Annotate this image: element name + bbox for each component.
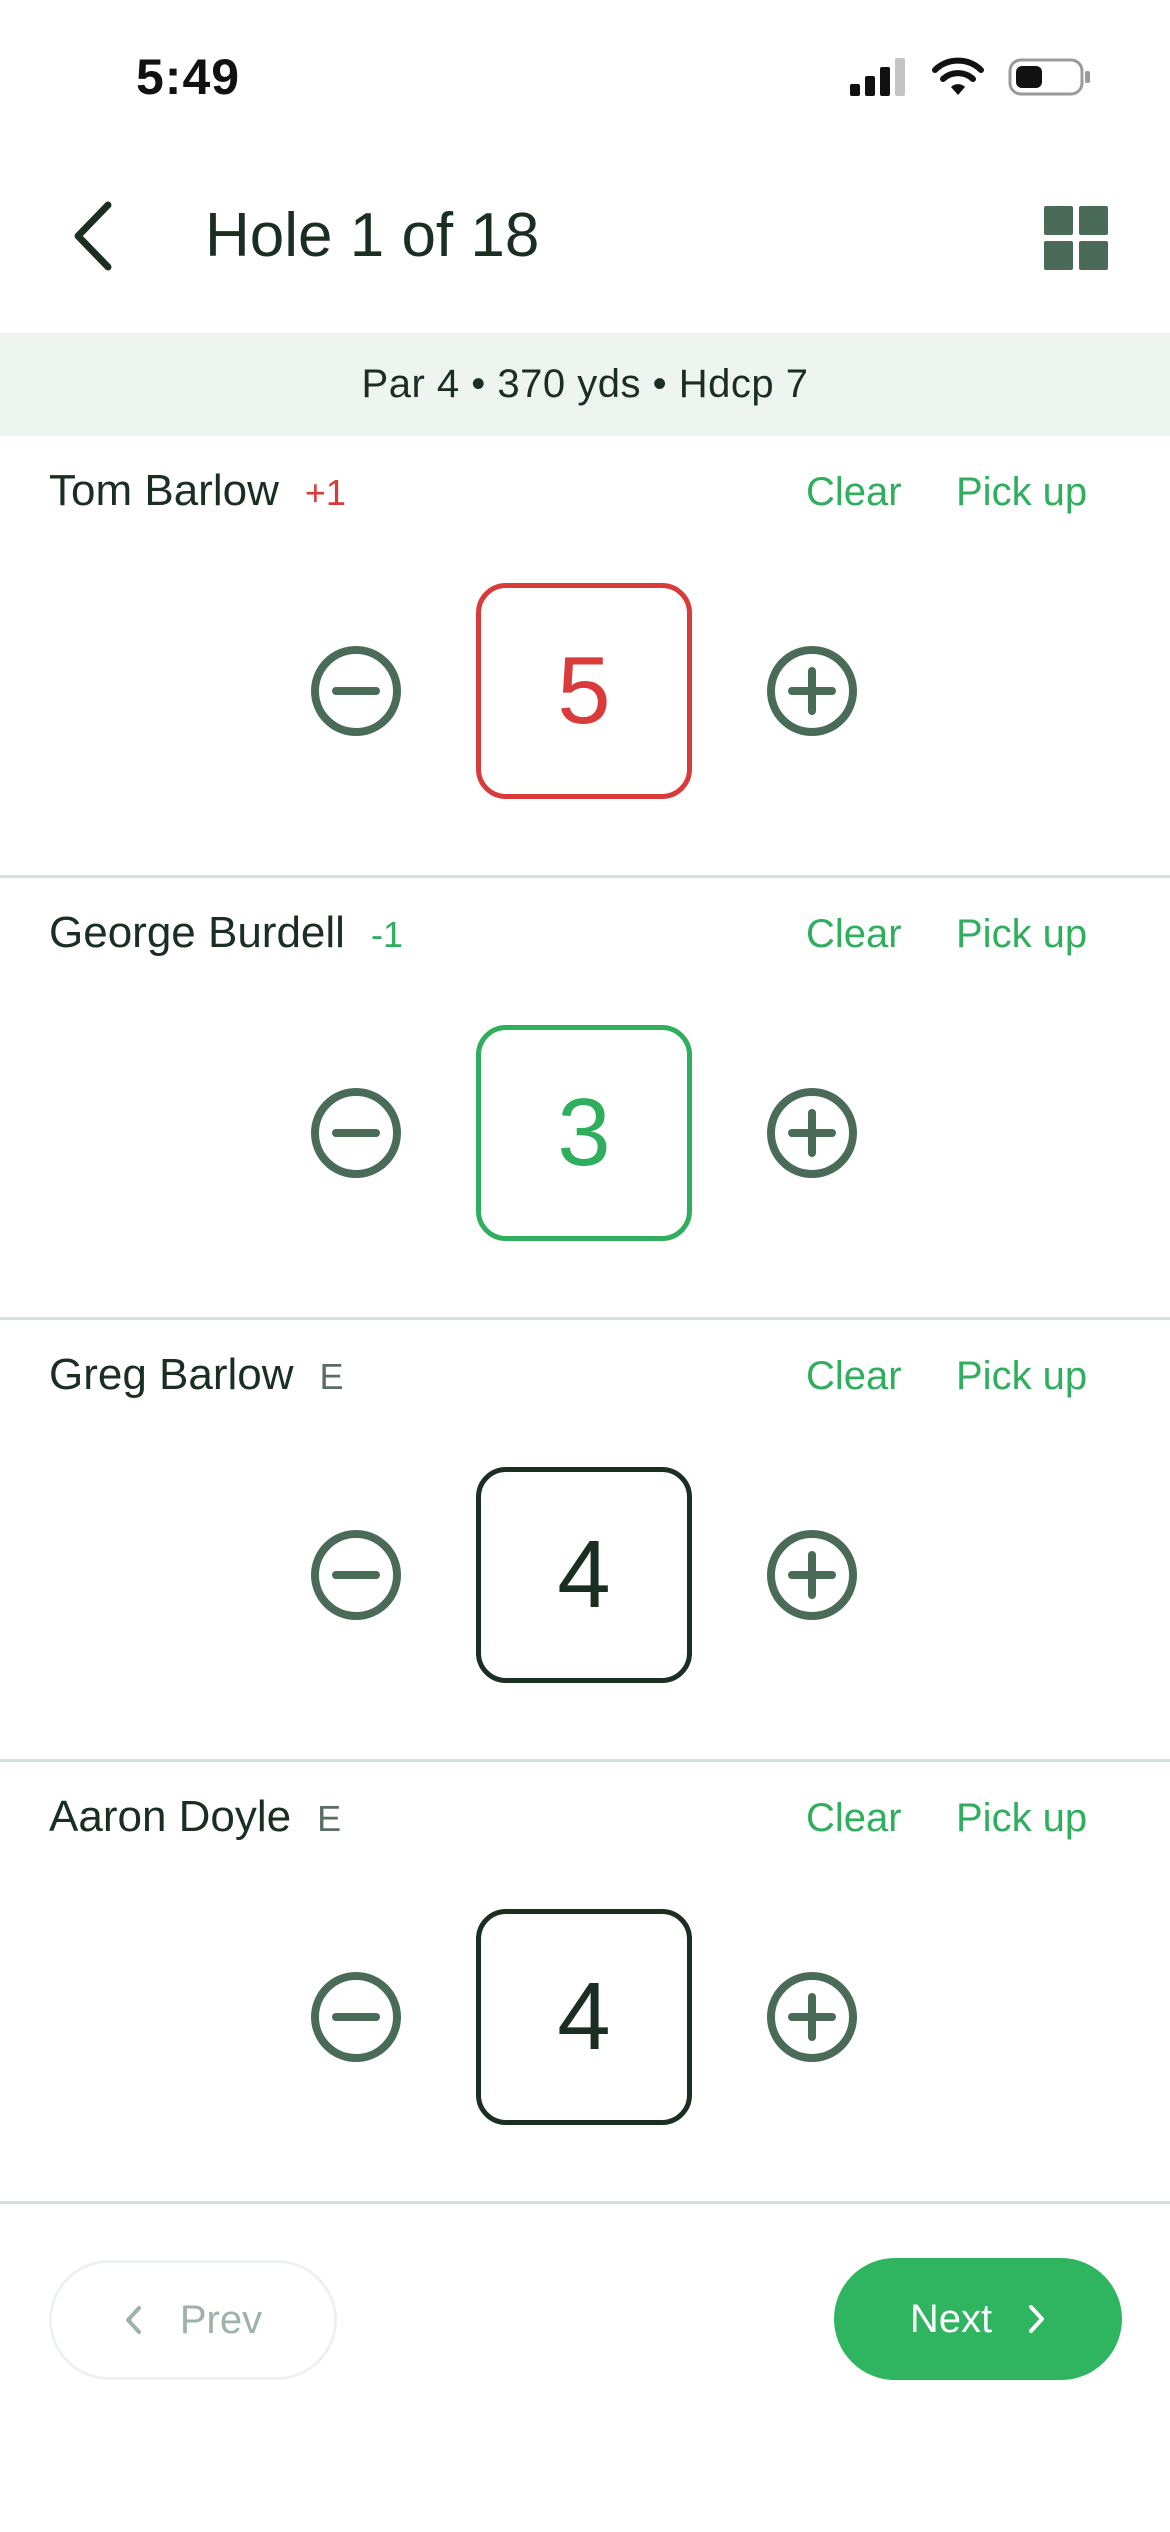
score-value[interactable]: 4 [476,1909,692,2125]
chevron-left-icon [70,201,114,276]
score-stepper: 5 [0,436,1170,875]
score-stepper: 4 [0,1762,1170,2201]
prev-label: Prev [179,2297,263,2342]
chevron-right-icon [1028,2304,1046,2334]
battery-icon [1008,57,1092,97]
score-value[interactable]: 5 [476,583,692,799]
score-value[interactable]: 4 [476,1467,692,1683]
hole-info-banner: Par 4 • 370 yds • Hdcp 7 [0,333,1170,436]
status-bar: 5:49 [0,0,1170,150]
minus-circle-icon [310,1971,402,2063]
nav-bar: Hole 1 of 18 [0,170,1170,305]
minus-circle-icon [310,1529,402,1621]
player-list: Tom Barlow +1 Clear Pick up 5 George Bur… [0,436,1170,2204]
grid-view-button[interactable] [1044,206,1108,270]
status-icons [850,52,1092,102]
increment-button[interactable] [766,1087,858,1179]
wifi-icon [932,57,984,97]
plus-circle-icon [766,1971,858,2063]
decrement-button[interactable] [310,1087,402,1179]
prev-button[interactable]: Prev [49,2260,337,2380]
decrement-button[interactable] [310,645,402,737]
increment-button[interactable] [766,645,858,737]
hole-scoring-screen: 5:49 Hole 1 of 18 Par 4 • 370 yds • Hdcp… [0,0,1170,2532]
bottom-nav: Prev Next [0,2206,1170,2406]
player-row: Greg Barlow E Clear Pick up 4 [0,1320,1170,1762]
hole-info-text: Par 4 • 370 yds • Hdcp 7 [361,362,809,406]
next-button[interactable]: Next [834,2258,1122,2380]
plus-circle-icon [766,1087,858,1179]
status-time: 5:49 [136,49,241,105]
score-stepper: 3 [0,878,1170,1317]
minus-circle-icon [310,645,402,737]
next-label: Next [909,2296,993,2341]
player-row: Aaron Doyle E Clear Pick up 4 [0,1762,1170,2204]
chevron-left-icon [124,2305,142,2335]
increment-button[interactable] [766,1971,858,2063]
score-stepper: 4 [0,1320,1170,1759]
back-button[interactable] [56,198,128,278]
plus-circle-icon [766,645,858,737]
cellular-signal-icon [850,58,908,96]
increment-button[interactable] [766,1529,858,1621]
page-title: Hole 1 of 18 [205,201,540,270]
decrement-button[interactable] [310,1529,402,1621]
score-value[interactable]: 3 [476,1025,692,1241]
minus-circle-icon [310,1087,402,1179]
player-row: Tom Barlow +1 Clear Pick up 5 [0,436,1170,878]
player-row: George Burdell -1 Clear Pick up 3 [0,878,1170,1320]
plus-circle-icon [766,1529,858,1621]
decrement-button[interactable] [310,1971,402,2063]
